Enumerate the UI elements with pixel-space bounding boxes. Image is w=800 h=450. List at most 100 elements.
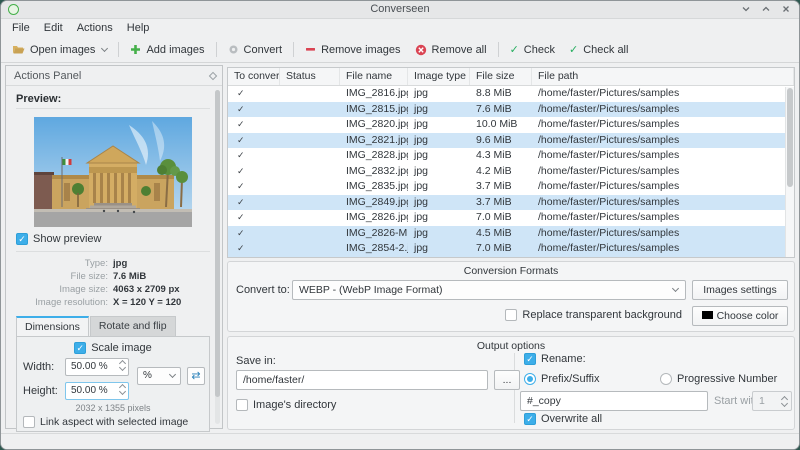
file-info: Type: jpg File size: 7.6 MiB Image size:… bbox=[16, 258, 210, 308]
preview-image bbox=[34, 117, 192, 227]
prefix-suffix-radio[interactable] bbox=[524, 373, 536, 385]
remove-images-button[interactable]: Remove images bbox=[298, 41, 407, 59]
file-table-header[interactable]: To convert Status File name Image type F… bbox=[228, 68, 794, 86]
minus-icon bbox=[306, 48, 316, 51]
tab-dimensions[interactable]: Dimensions bbox=[16, 316, 89, 336]
check-icon: ✓ bbox=[568, 44, 579, 56]
table-row[interactable]: ✓ IMG_2816.jpg jpg 8.8 MiB/home/faster/Pict… bbox=[228, 86, 794, 102]
show-preview-checkbox[interactable]: ✓ bbox=[16, 233, 28, 245]
overwrite-all-checkbox[interactable]: ✓ bbox=[524, 413, 536, 425]
col-status[interactable]: Status bbox=[280, 68, 340, 85]
maximize-icon[interactable] bbox=[761, 4, 771, 14]
table-row[interactable]: ✓ IMG_2828.jpg jpg 4.3 MiB/home/faster/Pict… bbox=[228, 148, 794, 164]
cell-status bbox=[280, 148, 340, 164]
col-file-name[interactable]: File name bbox=[340, 68, 408, 85]
menu-file[interactable]: File bbox=[5, 21, 37, 35]
titlebar[interactable]: Converseen bbox=[1, 1, 799, 19]
save-path-input[interactable]: /home/faster/ bbox=[236, 370, 488, 390]
table-scrollbar[interactable] bbox=[785, 87, 794, 257]
spin-arrows-icon[interactable] bbox=[118, 359, 127, 372]
cell-type: jpg bbox=[414, 180, 429, 192]
window-title: Converseen bbox=[370, 3, 430, 15]
table-scrollbar-thumb[interactable] bbox=[787, 88, 793, 187]
table-row[interactable]: ✓ IMG_2826-M... jpg 4.5 MiB/home/faster/Pic… bbox=[228, 225, 794, 241]
scale-image-label: Scale image bbox=[91, 342, 152, 354]
toolbar-separator bbox=[497, 42, 499, 57]
menu-help[interactable]: Help bbox=[120, 21, 157, 35]
menu-edit[interactable]: Edit bbox=[37, 21, 70, 35]
height-spinbox[interactable]: 50.00 % bbox=[65, 382, 129, 400]
progressive-number-radio[interactable] bbox=[660, 373, 672, 385]
float-panel-icon[interactable] bbox=[208, 71, 218, 81]
cell-path: /home/faster/Pictures/samples bbox=[538, 118, 680, 130]
resolution-value: X = 120 Y = 120 bbox=[113, 297, 182, 308]
add-images-button[interactable]: Add images bbox=[123, 41, 211, 59]
tab-rotate-and-flip[interactable]: Rotate and flip bbox=[89, 316, 176, 336]
cell-path: /home/faster/Pictures/samples bbox=[538, 164, 680, 177]
panel-scrollbar-thumb[interactable] bbox=[215, 90, 220, 398]
col-file-size[interactable]: File size bbox=[470, 68, 532, 85]
cell-name: IMG_2828.jpg bbox=[346, 149, 408, 161]
cell-path: /home/faster/Pictures/samples bbox=[538, 87, 680, 99]
cell-check: ✓ bbox=[237, 103, 245, 114]
cell-check: ✓ bbox=[237, 134, 245, 145]
cell-path: /home/faster/Pictures/samples bbox=[538, 149, 680, 161]
replace-transparent-checkbox[interactable]: ✓ bbox=[505, 309, 518, 321]
images-directory-label: Image's directory bbox=[253, 399, 337, 411]
cell-size: 3.7 MiB bbox=[476, 195, 512, 208]
choose-color-button[interactable]: Choose color bbox=[692, 306, 788, 326]
open-images-button[interactable]: Open images bbox=[5, 41, 114, 59]
convert-button[interactable]: Convert bbox=[221, 41, 290, 59]
output-options-title: Output options bbox=[476, 340, 546, 352]
width-spinbox[interactable]: 50.00 % bbox=[65, 358, 129, 376]
cell-type: jpg bbox=[414, 211, 429, 223]
col-to-convert[interactable]: To convert bbox=[228, 68, 280, 85]
panel-scrollbar[interactable] bbox=[215, 90, 220, 424]
images-directory-row: ✓ Image's directory bbox=[236, 399, 336, 411]
overwrite-all-label: Overwrite all bbox=[541, 413, 603, 425]
remove-all-label: Remove all bbox=[431, 43, 487, 56]
images-directory-checkbox[interactable]: ✓ bbox=[236, 399, 248, 411]
cell-path: /home/faster/Pictures/samples bbox=[538, 242, 680, 254]
minimize-icon[interactable] bbox=[741, 4, 751, 14]
preview-label: Preview: bbox=[16, 93, 210, 109]
toolbar-separator bbox=[215, 42, 217, 57]
table-row[interactable]: ✓ IMG_2854-2.j... jpg 7.0 MiB/home/faster/P… bbox=[228, 241, 794, 257]
table-row[interactable]: ✓ IMG_2832.jpg jpg 4.2 MiB/home/faster/Pict… bbox=[228, 163, 794, 180]
table-row[interactable]: ✓ IMG_2849.jpg jpg 3.7 MiB/home/faster/Pict… bbox=[228, 194, 794, 210]
rename-checkbox[interactable]: ✓ bbox=[524, 353, 536, 365]
cell-name: IMG_2832.jpg bbox=[346, 164, 408, 177]
table-row[interactable]: ✓ IMG_2835.jpg jpg 3.7 MiB/home/faster/Pict… bbox=[228, 179, 794, 195]
cell-status bbox=[280, 241, 340, 257]
table-row[interactable]: ✓ IMG_2826.jpg jpg 7.0 MiB/home/faster/Pict… bbox=[228, 210, 794, 226]
table-row[interactable]: ✓ IMG_2820.jpg jpg 10.0 MiB/home/faster/Pic… bbox=[228, 117, 794, 133]
col-image-type[interactable]: Image type bbox=[408, 68, 470, 85]
remove-all-button[interactable]: Remove all bbox=[408, 41, 494, 59]
close-icon[interactable] bbox=[781, 4, 791, 14]
toolbar-separator bbox=[293, 42, 295, 57]
browse-button[interactable]: ... bbox=[494, 370, 520, 390]
spin-arrows-icon[interactable] bbox=[118, 383, 127, 396]
table-row[interactable]: ✓ IMG_2815.jpg jpg 7.6 MiB/home/faster/Pict… bbox=[228, 101, 794, 117]
cell-size: 10.0 MiB bbox=[476, 118, 518, 130]
swap-dimensions-button[interactable]: ⇄ bbox=[187, 367, 205, 385]
file-table: To convert Status File name Image type F… bbox=[227, 67, 795, 258]
menu-actions[interactable]: Actions bbox=[70, 21, 120, 35]
link-aspect-checkbox[interactable]: ✓ bbox=[23, 416, 35, 428]
table-row[interactable]: ✓ IMG_2821.jpg jpg 9.6 MiB/home/faster/Pict… bbox=[228, 132, 794, 148]
chevron-down-icon bbox=[168, 370, 177, 379]
cell-status bbox=[280, 164, 340, 180]
check-all-button[interactable]: ✓ Check all bbox=[562, 40, 635, 59]
actions-panel-header[interactable]: Actions Panel bbox=[6, 66, 222, 86]
format-dropdown[interactable]: WEBP - (WebP Image Format) bbox=[292, 280, 686, 300]
images-settings-button[interactable]: Images settings bbox=[692, 280, 788, 300]
cell-path: /home/faster/Pictures/samples bbox=[538, 211, 680, 223]
check-button[interactable]: ✓ Check bbox=[503, 40, 562, 59]
width-label: Width: bbox=[23, 361, 55, 373]
col-file-path[interactable]: File path bbox=[532, 68, 794, 85]
unit-dropdown[interactable]: % bbox=[137, 367, 181, 385]
scale-image-checkbox[interactable]: ✓ bbox=[74, 342, 87, 354]
rename-pattern-input[interactable]: #_copy bbox=[520, 391, 708, 411]
cell-check: ✓ bbox=[237, 227, 245, 238]
cell-name: IMG_2835.jpg bbox=[346, 180, 408, 192]
